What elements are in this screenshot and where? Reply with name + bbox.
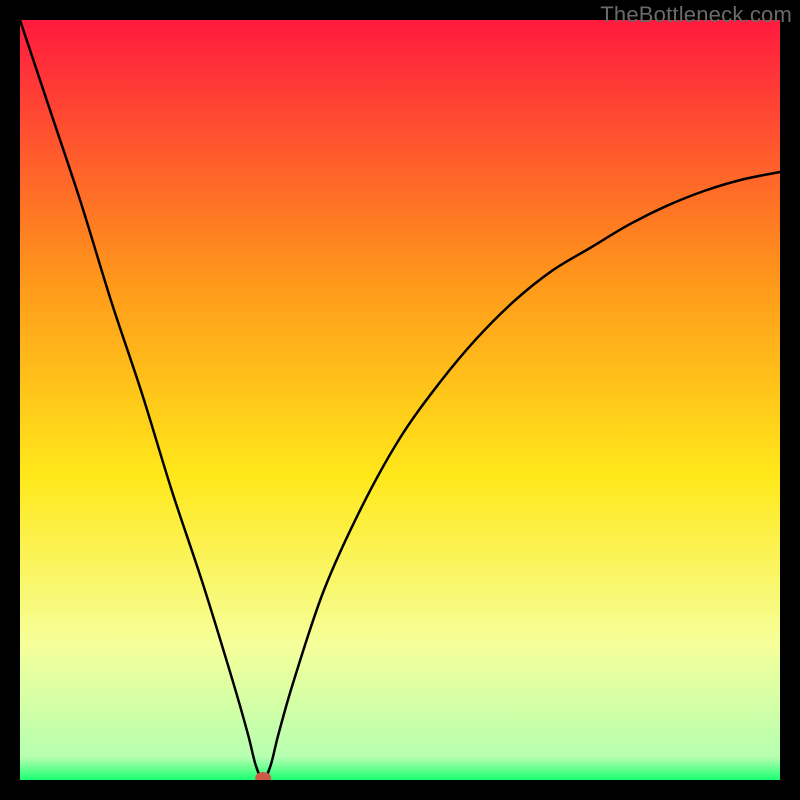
bottleneck-chart	[20, 20, 780, 780]
watermark-text: TheBottleneck.com	[600, 2, 792, 28]
chart-frame	[20, 20, 780, 780]
gradient-background	[20, 20, 780, 780]
